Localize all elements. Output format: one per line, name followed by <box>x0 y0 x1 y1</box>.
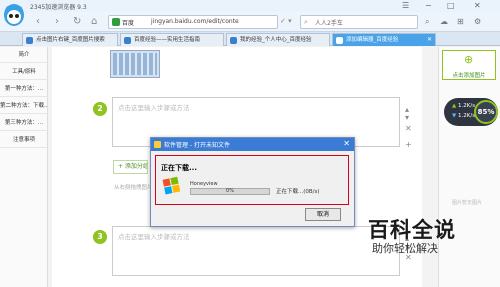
tab-baidu-jingyan[interactable]: 百度经验——实用生活指南 <box>120 33 224 46</box>
maximize-icon[interactable]: □ <box>447 1 455 11</box>
settings-gear-icon[interactable]: ⚙ <box>474 17 481 26</box>
home-button[interactable]: ⌂ <box>91 16 97 28</box>
outline-sidebar: 简介 工具/原料 第一种方法：... 第二种方法：下载... 第三种方法：...… <box>0 47 48 287</box>
url-text[interactable]: jingyan.baidu.com/edit/conte <box>151 18 239 25</box>
cancel-button[interactable]: 取消 <box>305 208 341 221</box>
sidebar-item-method2[interactable]: 第二种方法：下载... <box>0 98 48 114</box>
step-placeholder: 点击这里输入步骤或方法 <box>118 233 190 241</box>
search-engine-icon: ⌕ <box>304 18 308 26</box>
title-bar: 2345加速浏览器 9.3 ☰ − □ ✕ <box>0 0 500 12</box>
logo-quadrant <box>164 186 173 195</box>
address-dropdown-icon[interactable]: ✓ ▾ <box>280 17 292 25</box>
tab-label: 添加编辑器_百度经验 <box>346 37 399 43</box>
move-down-icon[interactable]: ▾ <box>405 113 409 122</box>
upload-arrow-icon: ▲ <box>452 103 457 109</box>
download-status: 正在下载...(0B/s) <box>276 189 320 195</box>
step-image-thumbnail[interactable] <box>110 50 160 78</box>
image-hint-text: 图片暂无图片 <box>452 200 483 206</box>
sidebar-item-method1[interactable]: 第一种方法：... <box>0 81 48 97</box>
tab-close-icon[interactable]: ✕ <box>427 34 432 46</box>
baidu-favicon-icon <box>336 37 343 44</box>
tab-image-search[interactable]: 点击图片右键_百度图片搜索 <box>22 33 118 46</box>
cloud-icon[interactable]: ☁ <box>440 17 448 26</box>
search-input[interactable]: ⌕ 人人2手车 <box>300 15 418 29</box>
address-bar[interactable]: 百度 jingyan.baidu.com/edit/conte <box>108 15 278 29</box>
navigation-bar: ‹ › ↻ ⌂ 百度 jingyan.baidu.com/edit/conte … <box>0 12 500 32</box>
add-image-label: 点击添加图片 <box>452 73 486 79</box>
download-app-name: Honeyview <box>190 181 218 187</box>
tab-editor-active[interactable]: 添加编辑器_百度经验 ✕ <box>332 33 436 46</box>
app-title: 2345加速浏览器 9.3 <box>30 4 87 11</box>
progress-percent: 0% <box>226 188 234 194</box>
step-3-textarea[interactable]: 点击这里输入步骤或方法 <box>112 226 400 276</box>
baidu-favicon-icon <box>26 37 33 44</box>
minimize-icon[interactable]: − <box>425 1 432 11</box>
back-button[interactable]: ‹ <box>36 16 40 28</box>
download-progress-bar: 0% <box>190 188 270 195</box>
search-placeholder: 人人2手车 <box>315 20 343 27</box>
forward-button[interactable]: › <box>55 16 59 28</box>
baidu-favicon-icon <box>124 37 131 44</box>
sidebar-item-tools[interactable]: 工具/原料 <box>0 64 48 80</box>
tab-my-jingyan[interactable]: 我的经验_个人中心_百度经验 <box>226 33 330 46</box>
step-number-badge: 3 <box>93 230 107 244</box>
step-placeholder: 点击这里输入步骤或方法 <box>118 104 190 112</box>
add-group-button[interactable]: + 添加分组 <box>113 160 148 174</box>
memory-percent-badge[interactable]: 85% <box>474 100 498 124</box>
add-step-icon[interactable]: + <box>405 140 412 149</box>
thumbnail-preview <box>113 53 157 75</box>
dialog-close-icon[interactable]: ✕ <box>343 139 350 149</box>
tab-bar: 点击图片右键_百度图片搜索 百度经验——实用生活指南 我的经验_个人中心_百度经… <box>0 32 500 46</box>
reload-button[interactable]: ↻ <box>73 16 81 28</box>
watermark-slogan: 助你轻松解决 <box>372 242 438 255</box>
sidebar-item-intro[interactable]: 简介 <box>0 47 48 63</box>
download-speed-value: 1.2K/s <box>457 113 476 119</box>
apps-grid-icon[interactable]: ⊞ <box>457 17 464 26</box>
logo-quadrant <box>172 184 181 193</box>
url-site-label: 百度 <box>122 20 135 27</box>
close-window-icon[interactable]: ✕ <box>474 1 481 11</box>
delete-step-icon[interactable]: ✕ <box>405 124 412 133</box>
dialog-titlebar[interactable]: 软件管理 - 打开未知文件 ✕ <box>151 138 354 151</box>
download-arrow-icon: ▼ <box>452 113 457 119</box>
add-image-icon: ⊕ <box>464 53 474 66</box>
software-manager-icon <box>154 141 161 148</box>
windows-installer-icon <box>162 176 182 196</box>
secure-shield-icon <box>112 18 120 26</box>
tab-label: 百度经验——实用生活指南 <box>134 37 201 43</box>
baidu-favicon-icon <box>230 37 237 44</box>
sidebar-item-method3[interactable]: 第三种方法：... <box>0 115 48 131</box>
tab-label: 我的经验_个人中心_百度经验 <box>240 37 312 43</box>
image-panel <box>438 47 500 287</box>
upload-speed: ▲ 1.2K/s <box>452 103 475 109</box>
sidebar-item-notes[interactable]: 注意事项 <box>0 132 48 148</box>
download-speed: ▼ 1.2K/s <box>452 113 475 119</box>
step-number-badge: 2 <box>93 102 107 116</box>
download-heading: 正在下载... <box>161 164 197 172</box>
add-image-button[interactable]: ⊕ 点击添加图片 <box>442 50 496 80</box>
search-icon[interactable]: ⌕ <box>425 17 429 27</box>
dialog-title: 软件管理 - 打开未知文件 <box>164 142 230 149</box>
tab-label: 点击图片右键_百度图片搜索 <box>36 37 105 43</box>
browser-logo-icon <box>4 4 24 26</box>
upload-speed-value: 1.2K/s <box>457 103 476 109</box>
menu-icon[interactable]: ☰ <box>402 1 409 11</box>
